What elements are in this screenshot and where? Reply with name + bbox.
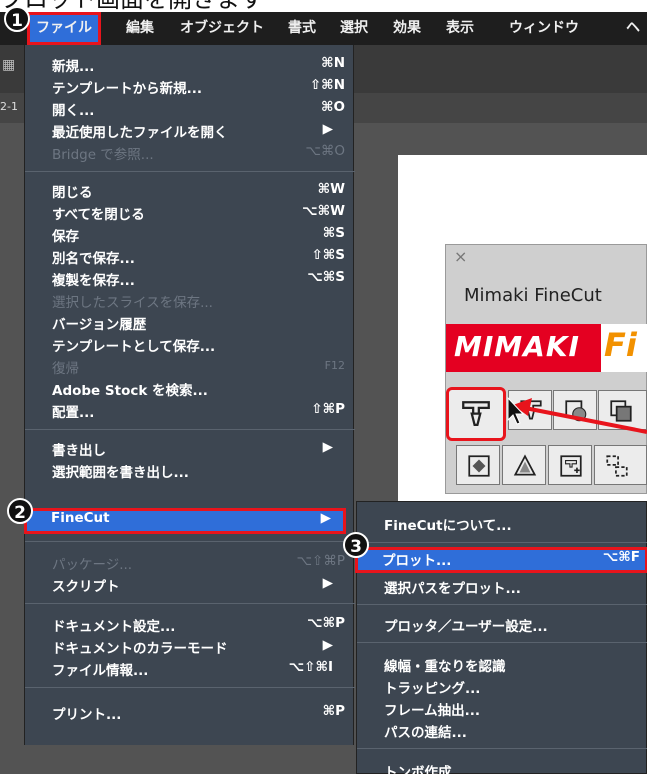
- close-icon[interactable]: ×: [454, 247, 467, 266]
- frame-icon: [610, 400, 632, 422]
- menu-item-place[interactable]: 配置... ⇧⌘P: [25, 399, 355, 421]
- menu-separator: [357, 542, 647, 543]
- step-badge-2: 2: [7, 498, 33, 524]
- menu-item-save-slices: 選択したスライスを保存...: [52, 295, 213, 311]
- submenu-item-join-paths[interactable]: パスの連結...: [357, 719, 647, 741]
- plot-add-tool-button[interactable]: [548, 445, 592, 485]
- submenu-item-about-finecut[interactable]: FineCutについて...: [357, 512, 647, 534]
- menu-item-document-setup[interactable]: ドキュメント設定... ⌥⌘P: [25, 613, 355, 635]
- logo-text: MIMAKI: [454, 330, 580, 363]
- mimaki-logo: MIMAKI Fi: [446, 324, 647, 372]
- menu-item-export[interactable]: 書き出し ▶: [25, 437, 355, 459]
- menu-item-save-as[interactable]: 別名で保存... ⇧⌘S: [25, 245, 355, 267]
- menu-separator: [25, 429, 355, 430]
- shape-icon: [565, 400, 587, 422]
- plot-selected-tool-button[interactable]: [508, 390, 552, 430]
- submenu-item-plot[interactable]: プロット... ⌥⌘F: [355, 547, 647, 573]
- menu-bar: ファイル 編集 オブジェクト 書式 選択 効果 表示 ウィンドウ ヘ: [0, 12, 647, 45]
- triangle-icon: [513, 454, 537, 476]
- menu-item-document-color-mode[interactable]: ドキュメントのカラーモード ▶: [25, 635, 355, 657]
- menu-effect[interactable]: 効果: [393, 12, 421, 45]
- menu-item-open-recent[interactable]: 最近使用したファイルを開く ▶: [25, 119, 355, 141]
- menu-separator: [25, 541, 355, 542]
- menu-item-version-history[interactable]: バージョン履歴: [25, 311, 355, 333]
- menu-item-save-as-template[interactable]: テンプレートとして保存...: [25, 333, 355, 355]
- menu-separator: [357, 748, 647, 749]
- plot-tool-button[interactable]: [446, 387, 506, 441]
- split-icon: [606, 455, 628, 477]
- finecut-logo-mark: Fi: [601, 324, 647, 372]
- step-badge-1: 1: [4, 6, 30, 32]
- page-caption: プロット画面を開きます: [0, 0, 647, 12]
- file-menu-dropdown: 新規... ⌘N テンプレートから新規... ⇧⌘N 開く... ⌘O 最近使用したフ…: [24, 45, 355, 745]
- menu-object[interactable]: オブジェクト: [180, 12, 264, 45]
- menu-item-revert: 復帰 F12: [52, 359, 345, 377]
- menu-file[interactable]: ファイル: [27, 12, 101, 45]
- submenu-item-create-crop-marks[interactable]: トンボ作成...: [357, 759, 647, 774]
- menu-item-file-info[interactable]: ファイル情報... ⌥⇧⌘I: [25, 657, 355, 679]
- submenu-item-plotter-user-settings[interactable]: プロッタ／ユーザー設定...: [357, 613, 647, 635]
- menu-item-scripts[interactable]: スクリプト ▶: [25, 573, 355, 595]
- menu-item-adobe-stock[interactable]: Adobe Stock を検索...: [25, 377, 355, 399]
- menu-separator: [25, 687, 355, 688]
- menu-separator: [25, 171, 355, 172]
- register-mark-tool-button[interactable]: [456, 445, 500, 485]
- submenu-item-trapping[interactable]: トラッピング...: [357, 675, 647, 697]
- menu-item-export-selection[interactable]: 選択範囲を書き出し...: [25, 459, 355, 481]
- menu-view[interactable]: 表示: [446, 12, 474, 45]
- logo-fi-text: Fi: [604, 326, 637, 364]
- menu-item-finecut[interactable]: FineCut ▶: [24, 508, 346, 534]
- menu-item-bridge: Bridge で参照... ⌥⌘O: [52, 143, 345, 163]
- plot-selected-icon: [520, 400, 542, 420]
- panel-grid-icon[interactable]: ▦: [2, 57, 15, 73]
- shape-tool-button[interactable]: [553, 390, 597, 430]
- menu-item-new[interactable]: 新規... ⌘N: [25, 53, 355, 75]
- menu-type[interactable]: 書式: [288, 12, 316, 45]
- menu-window[interactable]: ウィンドウ: [509, 12, 579, 45]
- frame-tool-button[interactable]: [598, 390, 647, 430]
- document-tab[interactable]: 2-1: [0, 100, 18, 113]
- register-mark-icon: [468, 455, 490, 477]
- menu-separator: [357, 604, 647, 605]
- menu-item-open[interactable]: 開く... ⌘O: [25, 97, 355, 119]
- split-tool-button[interactable]: [594, 445, 647, 485]
- finecut-submenu: FineCutについて... プロット... ⌥⌘F 選択パスをプロット... プ…: [355, 501, 647, 774]
- menu-item-save-copy[interactable]: 複製を保存... ⌥⌘S: [25, 267, 355, 289]
- step-badge-3: 3: [343, 532, 369, 558]
- menu-item-package: パッケージ... ⌥⇧⌘P: [52, 553, 345, 573]
- triangle-tool-button[interactable]: [502, 445, 546, 485]
- submenu-item-recognize-stroke[interactable]: 線幅・重なりを認識: [357, 653, 647, 675]
- menu-item-save[interactable]: 保存 ⌘S: [25, 223, 355, 245]
- submenu-item-extract-frame[interactable]: フレーム抽出...: [357, 697, 647, 719]
- menu-separator: [25, 603, 355, 604]
- menu-item-new-from-template[interactable]: テンプレートから新規... ⇧⌘N: [25, 75, 355, 97]
- menu-separator: [357, 642, 647, 643]
- panel-title: Mimaki FineCut: [464, 285, 602, 306]
- finecut-panel: × Mimaki FineCut MIMAKI Fi: [445, 244, 647, 494]
- menu-help[interactable]: ヘ: [626, 12, 640, 45]
- menu-item-close-all[interactable]: すべてを閉じる ⌥⌘W: [25, 201, 355, 223]
- plot-icon: [462, 401, 490, 427]
- menu-edit[interactable]: 編集: [126, 12, 154, 45]
- menu-select[interactable]: 選択: [340, 12, 368, 45]
- menu-item-close[interactable]: 閉じる ⌘W: [25, 179, 355, 201]
- menu-item-print[interactable]: プリント... ⌘P: [25, 701, 355, 723]
- submenu-item-plot-selected-path[interactable]: 選択パスをプロット...: [357, 575, 647, 597]
- plot-add-icon: [560, 455, 582, 477]
